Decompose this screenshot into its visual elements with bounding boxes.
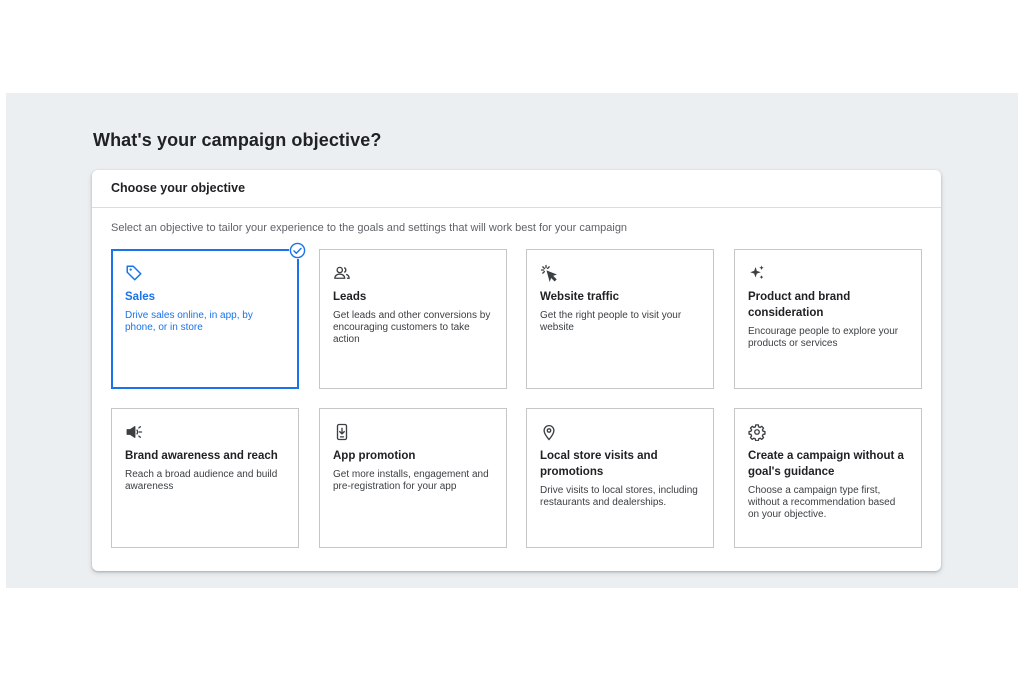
objective-title: Product and brand consideration [748, 291, 851, 319]
objective-description: Encourage people to explore your product… [748, 326, 899, 349]
phone-download-icon [333, 423, 351, 441]
objective-description: Choose a campaign type first, without a … [748, 485, 896, 520]
objective-tile-leads[interactable]: Leads Get leads and other conversions by… [319, 249, 507, 389]
page-background: What's your campaign objective? Choose y… [6, 93, 1018, 588]
objective-title: Create a campaign without a goal's guida… [748, 450, 904, 478]
cursor-click-icon [540, 264, 558, 282]
objective-tile-brand-awareness[interactable]: Brand awareness and reach Reach a broad … [111, 408, 299, 548]
objective-title: Brand awareness and reach [125, 450, 278, 462]
objective-tile-sales[interactable]: Sales Drive sales online, in app, by pho… [111, 242, 306, 389]
objective-description: Get more installs, engagement and pre-re… [333, 469, 489, 492]
megaphone-icon [125, 423, 143, 441]
objective-tile-local-store[interactable]: Local store visits and promotions Drive … [526, 408, 714, 548]
sparkle-icon [748, 264, 766, 282]
check-circle-icon [289, 242, 306, 259]
objective-title: Sales [125, 291, 156, 303]
objective-title: Website traffic [540, 291, 620, 303]
objective-tile-no-goal[interactable]: Create a campaign without a goal's guida… [734, 408, 922, 548]
page-title: What's your campaign objective? [93, 130, 382, 150]
location-pin-icon [540, 423, 558, 441]
objective-title: App promotion [333, 450, 416, 462]
objective-card: Choose your objective Select an objectiv… [92, 170, 941, 571]
objective-description: Reach a broad audience and build awarene… [125, 469, 278, 492]
objective-description: Get the right people to visit your websi… [540, 310, 682, 333]
objective-description: Drive visits to local stores, including … [540, 485, 698, 508]
objective-description: Get leads and other conversions by encou… [333, 310, 491, 345]
objective-title: Local store visits and promotions [540, 450, 658, 478]
gear-icon [748, 423, 766, 441]
objective-tile-app-promotion[interactable]: App promotion Get more installs, engagem… [319, 408, 507, 548]
objective-tile-website-traffic[interactable]: Website traffic Get the right people to … [526, 249, 714, 389]
objective-description: Drive sales online, in app, by phone, or… [125, 310, 253, 333]
card-subtitle: Select an objective to tailor your exper… [111, 222, 628, 234]
objective-tile-product-brand[interactable]: Product and brand consideration Encourag… [734, 249, 922, 389]
objective-title: Leads [333, 291, 367, 303]
card-header: Choose your objective [92, 170, 941, 208]
people-icon [333, 264, 351, 282]
tag-icon [125, 264, 143, 282]
